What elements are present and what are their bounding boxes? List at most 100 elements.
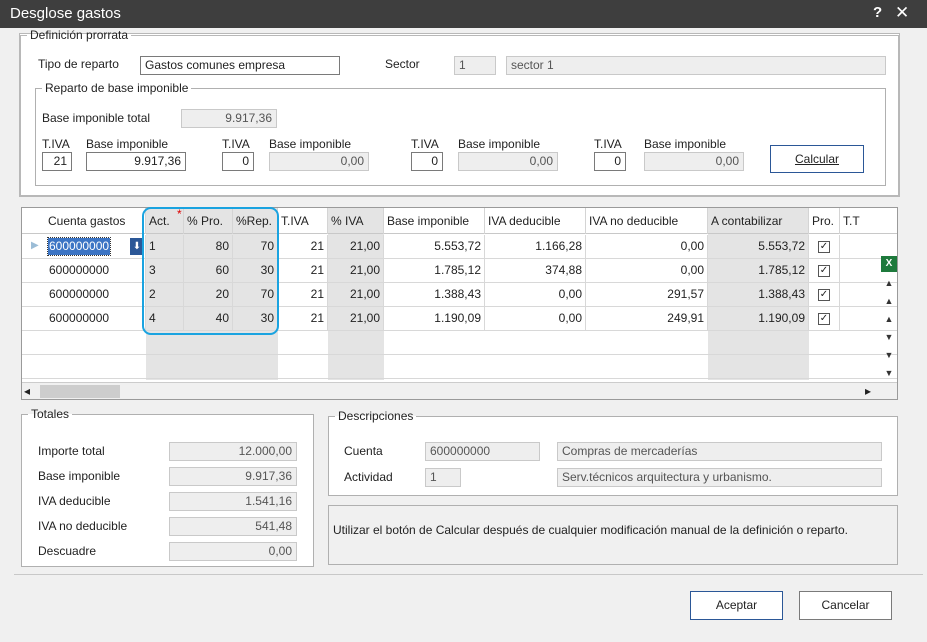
cell-tiva[interactable]: 21 [278,283,328,307]
checkbox[interactable]: ✓ [818,264,830,277]
cell-iva-ded[interactable]: 0,00 [485,283,586,307]
iva-deducible-field: 1.541,16 [169,492,297,511]
cell-rep[interactable]: 70 [233,235,278,259]
down-icon[interactable]: ▼ [881,329,897,345]
cell-iva-ded[interactable]: 0,00 [485,307,586,331]
accept-button[interactable]: Aceptar [690,591,783,620]
cell-rep[interactable]: 30 [233,307,278,331]
cuenta-selected-text[interactable]: 600000000 [46,237,112,256]
tiva-label-4: T.IVA [594,137,622,151]
cell-base[interactable]: 1.190,09 [384,307,485,331]
cell-act[interactable]: 3 [146,259,184,283]
cell-contabilizar: 1.785,12 [708,259,809,283]
header-pro[interactable]: % Pro. [184,208,233,234]
header-iva-noded-label: IVA no deducible [589,214,679,228]
base-field-2: 0,00 [269,152,369,171]
cell-base[interactable]: 1.388,43 [384,283,485,307]
tiva-field-1[interactable]: 21 [42,152,72,171]
header-base[interactable]: Base imponible [384,208,485,234]
cell-pro[interactable]: 20 [184,283,233,307]
cell-base[interactable]: 5.553,72 [384,235,485,259]
horizontal-scrollbar[interactable]: ◂ ▸ [22,382,897,399]
cell-pro-flag[interactable]: ✓ [809,235,840,259]
up-icon[interactable]: ▲ [881,311,897,327]
calcular-button[interactable]: Calcular [770,145,864,173]
cell-act[interactable]: 2 [146,283,184,307]
cell-iva-noded[interactable]: 0,00 [586,235,708,259]
cell-act[interactable]: 1 [146,235,184,259]
cell-pro[interactable]: 80 [184,235,233,259]
table-row[interactable]: 600000000 2 20 70 21 21,00 1.388,43 0,00… [22,283,897,307]
cell-cuenta[interactable]: 600000000 [46,283,146,307]
help-icon[interactable]: ? [873,4,882,21]
excel-icon[interactable]: X [881,256,897,272]
empty-row [22,355,897,379]
cell-pro-flag[interactable]: ✓ [809,259,840,283]
cell-tiva[interactable]: 21 [278,259,328,283]
header-tiva[interactable]: T.IVA [278,208,328,234]
scroll-thumb[interactable] [40,385,120,398]
cell-tiva[interactable]: 21 [278,307,328,331]
cell-pro[interactable]: 40 [184,307,233,331]
cell-pro-flag[interactable]: ✓ [809,307,840,331]
cell-iva-noded[interactable]: 0,00 [586,259,708,283]
cell-iva-noded[interactable]: 249,91 [586,307,708,331]
table-row[interactable]: 600000000 3 60 30 21 21,00 1.785,12 374,… [22,259,897,283]
cell-pro-flag[interactable]: ✓ [809,283,840,307]
tipo-reparto-label: Tipo de reparto [38,57,119,71]
scroll-left-icon[interactable]: ◂ [24,384,30,398]
header-piva-label: % IVA [331,214,364,228]
cell-rep[interactable]: 70 [233,283,278,307]
checkbox[interactable]: ✓ [818,240,830,253]
cell-piva: 21,00 [328,259,384,283]
first-icon[interactable]: ▲ [881,275,897,291]
next-page-icon[interactable]: ▼ [881,347,897,363]
cell-rep[interactable]: 30 [233,259,278,283]
base-label-1: Base imponible [86,137,169,151]
cell-piva: 21,00 [328,283,384,307]
header-rep-label: %Rep. [236,214,273,228]
table-row[interactable]: ▶ 600000000 ⬇ 1 80 70 21 21,00 5.553,72 … [22,235,897,259]
cell-iva-ded[interactable]: 374,88 [485,259,586,283]
cell-iva-noded[interactable]: 291,57 [586,283,708,307]
header-iva-ded[interactable]: IVA deducible [485,208,586,234]
tiva-label-3: T.IVA [411,137,439,151]
cancel-button[interactable]: Cancelar [799,591,892,620]
table-row[interactable]: 600000000 4 40 30 21 21,00 1.190,09 0,00… [22,307,897,331]
cell-act[interactable]: 4 [146,307,184,331]
cell-contabilizar: 1.190,09 [708,307,809,331]
header-pro-flag[interactable]: Pro. [809,208,840,234]
prev-page-icon[interactable]: ▲ [881,293,897,309]
header-cuenta[interactable]: Cuenta gastos [22,208,146,234]
dropdown-icon[interactable]: ⬇ [130,238,144,255]
cuenta-code-field: 600000000 [425,442,540,461]
header-tiva-label: T.IVA [281,214,309,228]
checkbox[interactable]: ✓ [818,312,830,325]
tipo-reparto-field[interactable]: Gastos comunes empresa [140,56,340,75]
checkbox[interactable]: ✓ [818,288,830,301]
header-rep[interactable]: %Rep. [233,208,278,234]
header-iva-noded[interactable]: IVA no deducible [586,208,708,234]
scroll-right-icon[interactable]: ▸ [865,384,871,398]
descripciones-legend: Descripciones [338,409,414,423]
header-contabilizar[interactable]: A contabilizar [708,208,809,234]
tiva-field-2[interactable]: 0 [222,152,254,171]
tiva-field-4[interactable]: 0 [594,152,626,171]
last-icon[interactable]: ▼ [881,365,897,381]
header-act[interactable]: Act. * [146,208,184,234]
cell-cuenta[interactable]: 600000000 ⬇ [46,235,146,259]
tiva-field-3[interactable]: 0 [411,152,443,171]
cell-cuenta[interactable]: 600000000 [46,259,146,283]
importe-total-label: Importe total [38,444,105,458]
header-cuenta-label: Cuenta gastos [48,214,126,228]
close-icon[interactable]: ✕ [895,3,909,23]
cell-iva-ded[interactable]: 1.166,28 [485,235,586,259]
header-tt[interactable]: T.T [840,208,897,234]
header-piva[interactable]: % IVA [328,208,384,234]
cell-base[interactable]: 1.785,12 [384,259,485,283]
base-field-1[interactable]: 9.917,36 [86,152,186,171]
cell-cuenta[interactable]: 600000000 [46,307,146,331]
cell-pro[interactable]: 60 [184,259,233,283]
cuenta-label: Cuenta [344,444,383,458]
cell-tiva[interactable]: 21 [278,235,328,259]
